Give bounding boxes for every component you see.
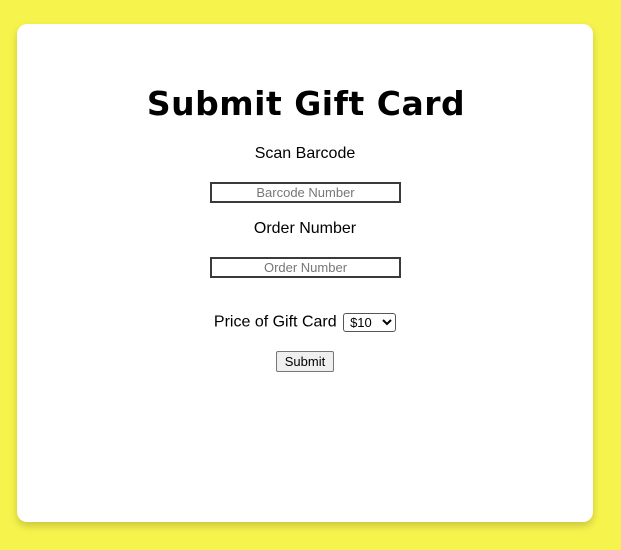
submit-button[interactable]: Submit: [276, 351, 334, 372]
barcode-input[interactable]: [210, 182, 401, 203]
price-row: Price of Gift Card $10: [17, 313, 593, 332]
order-number-input[interactable]: [210, 257, 401, 278]
price-label: Price of Gift Card: [213, 313, 337, 331]
price-select[interactable]: $10: [343, 313, 397, 332]
order-number-label: Order Number: [253, 220, 357, 237]
barcode-label: Scan Barcode: [254, 145, 356, 162]
form-card: Submit Gift Card Scan Barcode Order Numb…: [17, 24, 593, 522]
page-title: Submit Gift Card: [146, 84, 466, 123]
